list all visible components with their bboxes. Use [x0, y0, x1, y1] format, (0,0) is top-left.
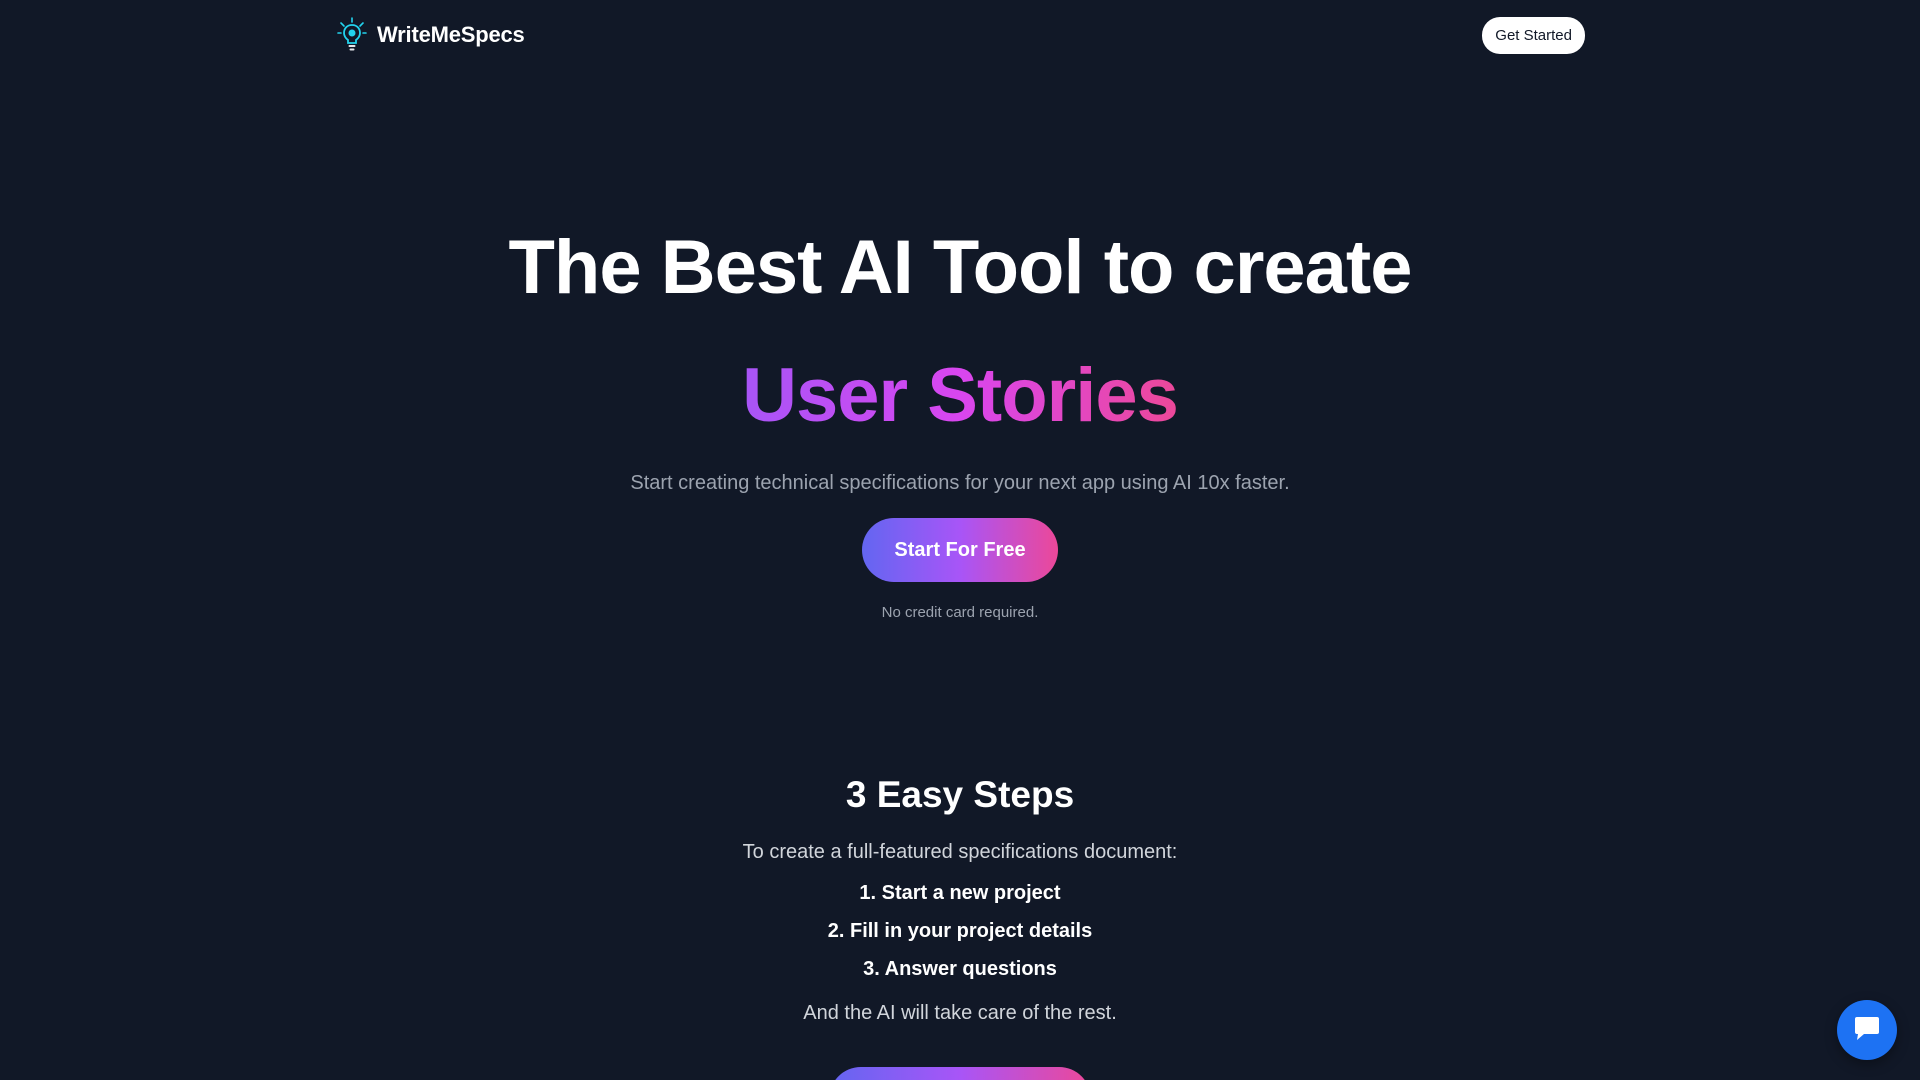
- site-header: WriteMeSpecs Get Started: [337, 15, 1585, 55]
- brand-name: WriteMeSpecs: [377, 22, 525, 47]
- lightbulb-icon: [337, 17, 367, 53]
- steps-list: 1. Start a new project 2. Fill in your p…: [0, 880, 1920, 994]
- steps-title: 3 Easy Steps: [845, 774, 1075, 815]
- secondary-cta-button[interactable]: [829, 1067, 1091, 1080]
- step-item: 1. Start a new project: [859, 882, 1061, 904]
- hero-highlight-text: User Stories: [742, 353, 1179, 438]
- cta-note: No credit card required.: [881, 604, 1039, 621]
- brand[interactable]: WriteMeSpecs: [337, 17, 525, 53]
- steps-intro: To create a full-featured specifications…: [742, 841, 1178, 863]
- hero-highlight: User Stories: [0, 350, 1920, 442]
- start-for-free-button[interactable]: Start For Free: [862, 518, 1058, 582]
- hero-subtitle: Start creating technical specifications …: [630, 472, 1290, 494]
- step-item: 3. Answer questions: [863, 958, 1057, 980]
- chat-launcher-button[interactable]: [1837, 1000, 1897, 1060]
- steps-outro: And the AI will take care of the rest.: [803, 1002, 1117, 1024]
- get-started-button[interactable]: Get Started: [1482, 16, 1585, 54]
- hero-title: The Best AI Tool to create: [508, 225, 1412, 310]
- landing-page: WriteMeSpecs Get Started The Best AI Too…: [0, 0, 1920, 1080]
- step-item: 2. Fill in your project details: [827, 920, 1093, 942]
- chat-bubble-icon: [1852, 1015, 1882, 1046]
